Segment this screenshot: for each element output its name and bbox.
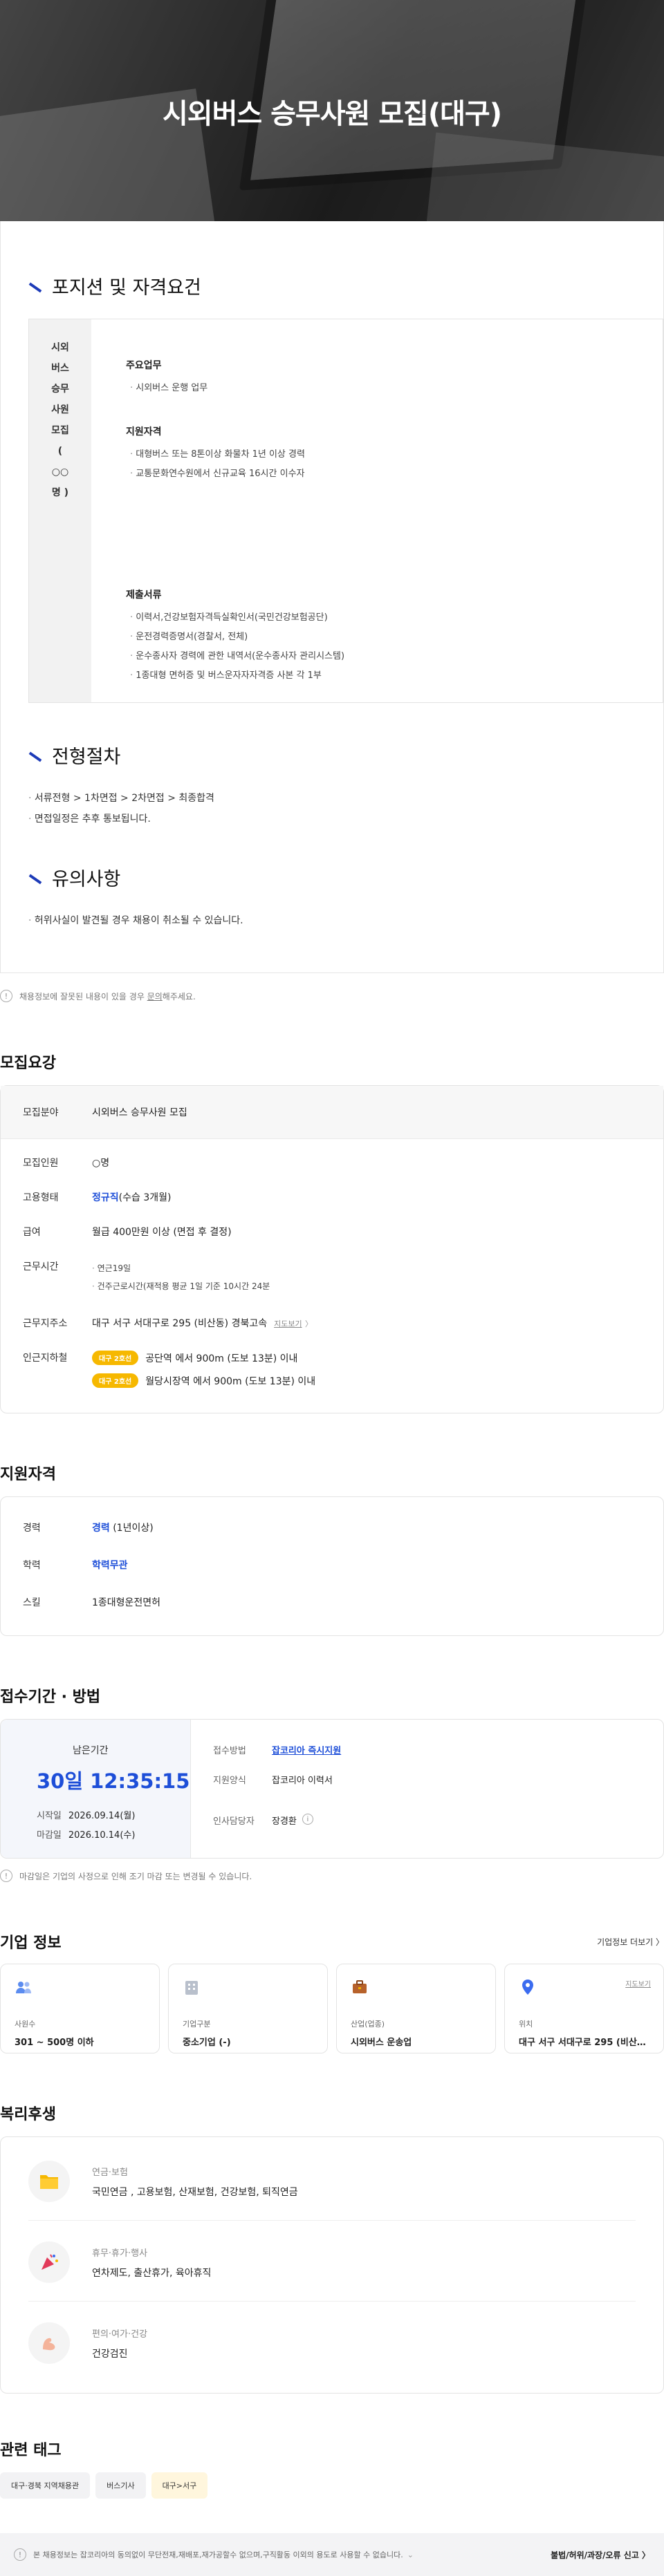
tag-item[interactable]: 버스기사 xyxy=(95,2472,146,2499)
info-icon: ! xyxy=(0,990,12,1002)
corp-title: 기업 정보 xyxy=(0,1935,62,1952)
subway-line-badge: 대구 2호선 xyxy=(92,1351,139,1365)
inquiry-link[interactable]: 문의 xyxy=(147,990,163,1002)
deadline-note: ! 마감일은 기업의 사정으로 인해 조기 마감 또는 변경될 수 있습니다. xyxy=(0,1870,664,1882)
list-item: 교통문화연수원에서 신규교육 16시간 이수자 xyxy=(130,464,663,484)
muscle-icon xyxy=(28,2322,70,2364)
summary-card: 모집분야 시외버스 승무사원 모집 모집인원 ○명 고용형태 정규직(수습 3개… xyxy=(0,1085,664,1413)
start-date: 시작일 2026.09.14(월) xyxy=(37,1811,136,1821)
qualification-title: 지원자격 xyxy=(0,1466,56,1483)
education-row: 학력 학력무관 xyxy=(23,1560,128,1571)
briefcase-icon xyxy=(353,1980,367,1993)
corp-header: 기업 정보 기업정보 더보기 〉 xyxy=(0,1930,664,1953)
position-content-cell: 주요업무 시외버스 운행 업무 지원자격 대형버스 또는 8톤이상 화물차 1년… xyxy=(91,319,663,702)
address-row: 근무지주소 대구 서구 서대구로 295 (비산동) 경북고속 지도보기 〉 xyxy=(23,1318,313,1329)
work-hours-row: 근무시간 연근19일 건주근로시간(재적용 평균 1일 기준 10시간 24분 xyxy=(23,1259,641,1295)
list-item: 건주근로시간(재적용 평균 1일 기준 10시간 24분 xyxy=(92,1277,270,1295)
chevron-right-icon: 〉 xyxy=(305,1319,313,1328)
hero-banner: 시외버스 승무사원 모집(대구) xyxy=(0,0,664,221)
countdown-timer: 30일 12:35:15 xyxy=(37,1769,190,1793)
corp-cards: 사원수 301 ~ 500명 이하 기업구분 중소기업 (-) 산업(업종) 시… xyxy=(0,1964,664,2053)
tags-title: 관련 태그 xyxy=(0,2442,62,2459)
people-icon xyxy=(16,1982,31,1993)
recruit-count-row: 모집인원 ○명 xyxy=(23,1158,110,1169)
subway-item: 대구 2호선 공단역 에서 900m (도보 13분) 이내 xyxy=(92,1351,315,1365)
summary-field-row: 모집분야 시외버스 승무사원 모집 xyxy=(1,1086,663,1139)
duty-block: 주요업무 시외버스 운행 업무 xyxy=(126,358,663,398)
list-item: 연근19일 xyxy=(92,1259,270,1277)
welfare-title: 복리후생 xyxy=(0,2106,56,2123)
list-item: 대형버스 또는 8톤이상 화물차 1년 이상 경력 xyxy=(130,445,663,464)
map-link[interactable]: 지도보기 xyxy=(274,1319,302,1328)
list-item: 1종대형 면허증 및 버스운자자자격증 사본 각 1부 xyxy=(130,666,663,686)
hr-manager-row: 인사담당자 장경환 i xyxy=(213,1814,663,1827)
process-section-title: 전형절차 xyxy=(28,742,663,769)
slash-icon xyxy=(28,282,42,292)
list-item: 서류전형 > 1차면접 > 2차면접 > 최종합격 xyxy=(28,788,663,809)
map-link[interactable]: 지도보기 xyxy=(625,1978,651,1989)
position-section-title: 포지션 및 자격요건 xyxy=(28,272,663,299)
list-item: 운전경력증명서(경찰서, 전체) xyxy=(130,628,663,647)
apply-title: 접수기간 · 방법 xyxy=(0,1689,101,1706)
list-item: 이력서,건강보험자격득실확인서(국민건강보험공단) xyxy=(130,608,663,628)
tag-item[interactable]: 대구>서구 xyxy=(151,2472,208,2499)
qualification-card: 경력 경력 (1년이상) 학력 학력무관 스킬 1종대형운전면허 xyxy=(0,1496,664,1636)
caution-list: 허위사실이 발견될 경우 채용이 취소될 수 있습니다. xyxy=(28,910,663,931)
info-icon[interactable]: i xyxy=(302,1814,313,1825)
info-icon: ! xyxy=(14,2548,26,2561)
chevron-down-icon[interactable]: ⌄ xyxy=(407,2550,414,2559)
salary-row: 급여 월급 400만원 이상 (면접 후 결정) xyxy=(23,1227,232,1238)
skill-row: 스킬 1종대형운전면허 xyxy=(23,1597,161,1608)
caution-section-title: 유의사항 xyxy=(28,864,663,891)
report-button[interactable]: 불법/허위/과장/오류 신고 〉 xyxy=(551,2549,650,2561)
tag-item[interactable]: 대구·경북 지역채용관 xyxy=(0,2472,91,2499)
process-list: 서류전형 > 1차면접 > 2차면접 > 최종합격 면접일정은 추후 통보됩니다… xyxy=(28,788,663,829)
job-detail-box: 포지션 및 자격요건 시외 버스 승무 사원 모집 ( ○○ 명 ) 주요업무 … xyxy=(0,221,664,973)
corp-card-industry: 산업(업종) 시외버스 운송업 xyxy=(336,1964,496,2053)
deadline-panel: 남은기간 30일 12:35:15 시작일 2026.09.14(월) 마감일 20… xyxy=(1,1720,191,1858)
position-table: 시외 버스 승무 사원 모집 ( ○○ 명 ) 주요업무 시외버스 운행 업무 … xyxy=(28,319,663,703)
welfare-card: 연금·보험 국민연금 , 고용보험, 산재보험, 건강보험, 퇴직연금 휴무·휴… xyxy=(0,2136,664,2394)
instant-apply-link[interactable]: 잡코리아 즉시지원 xyxy=(272,1743,341,1756)
apply-card: 남은기간 30일 12:35:15 시작일 2026.09.14(월) 마감일 20… xyxy=(0,1719,664,1859)
summary-title: 모집요강 xyxy=(0,1055,56,1072)
apply-method-panel: 접수방법 잡코리아 즉시지원 지원양식 잡코리아 이력서 인사담당자 장경환 i xyxy=(191,1720,663,1858)
subway-row: 인근지하철 대구 2호선 공단역 에서 900m (도보 13분) 이내 대구 … xyxy=(23,1351,641,1396)
qualification-block: 지원자격 대형버스 또는 8톤이상 화물차 1년 이상 경력 교통문화연수원에서… xyxy=(126,424,663,484)
documents-block: 제출서류 이력서,건강보험자격득실확인서(국민건강보험공단) 운전경력증명서(경… xyxy=(126,587,663,686)
corp-card-type: 기업구분 중소기업 (-) xyxy=(168,1964,328,2053)
map-pin-icon xyxy=(522,1980,533,1995)
apply-method-row: 접수방법 잡코리아 즉시지원 xyxy=(213,1743,663,1756)
tag-list: 대구·경북 지역채용관 버스기사 대구>서구 xyxy=(0,2472,664,2499)
employment-type-row: 고용형태 정규직(수습 3개월) xyxy=(23,1192,172,1203)
welfare-item: 휴무·휴가·행사 연차제도, 출산휴가, 육아휴직 xyxy=(28,2232,636,2302)
folder-icon xyxy=(28,2161,70,2202)
career-row: 경력 경력 (1년이상) xyxy=(23,1523,154,1534)
party-popper-icon xyxy=(28,2241,70,2283)
position-name-cell: 시외 버스 승무 사원 모집 ( ○○ 명 ) xyxy=(29,319,91,702)
end-date: 마감일 2026.10.14(수) xyxy=(37,1830,136,1841)
report-notice: ! 채용정보에 잘못된 내용이 있을 경우 문의 해주세요. xyxy=(0,973,664,1002)
apply-form-row: 지원양식 잡코리아 이력서 xyxy=(213,1776,333,1786)
corp-more-link[interactable]: 기업정보 더보기 〉 xyxy=(597,1936,664,1948)
job-title: 시외버스 승무사원 모집(대구) xyxy=(162,98,502,130)
slash-icon xyxy=(28,751,42,762)
info-icon: ! xyxy=(0,1870,12,1882)
subway-line-badge: 대구 2호선 xyxy=(92,1373,139,1388)
list-item: 허위사실이 발견될 경우 채용이 취소될 수 있습니다. xyxy=(28,910,663,931)
subway-item: 대구 2호선 월당시장역 에서 900m (도보 13분) 이내 xyxy=(92,1373,315,1388)
list-item: 시외버스 운행 업무 xyxy=(130,379,663,398)
slash-icon xyxy=(28,874,42,884)
welfare-item: 편의·여가·건강 건강검진 xyxy=(28,2313,636,2382)
corp-card-location: 지도보기 위치 대구 서구 서대구로 295 (비산동... xyxy=(504,1964,664,2053)
list-item: 운수종사자 경력에 관한 내역서(운수종사자 관리시스템) xyxy=(130,647,663,666)
building-icon xyxy=(185,1981,198,1995)
footer-bar: ! 본 채용정보는 잡코리아의 동의없이 무단전재,재배포,재가공할수 없으며,… xyxy=(0,2533,664,2576)
corp-card-employees: 사원수 301 ~ 500명 이하 xyxy=(0,1964,160,2053)
welfare-item: 연금·보험 국민연금 , 고용보험, 산재보험, 건강보험, 퇴직연금 xyxy=(28,2151,636,2221)
list-item: 면접일정은 추후 통보됩니다. xyxy=(28,809,663,829)
